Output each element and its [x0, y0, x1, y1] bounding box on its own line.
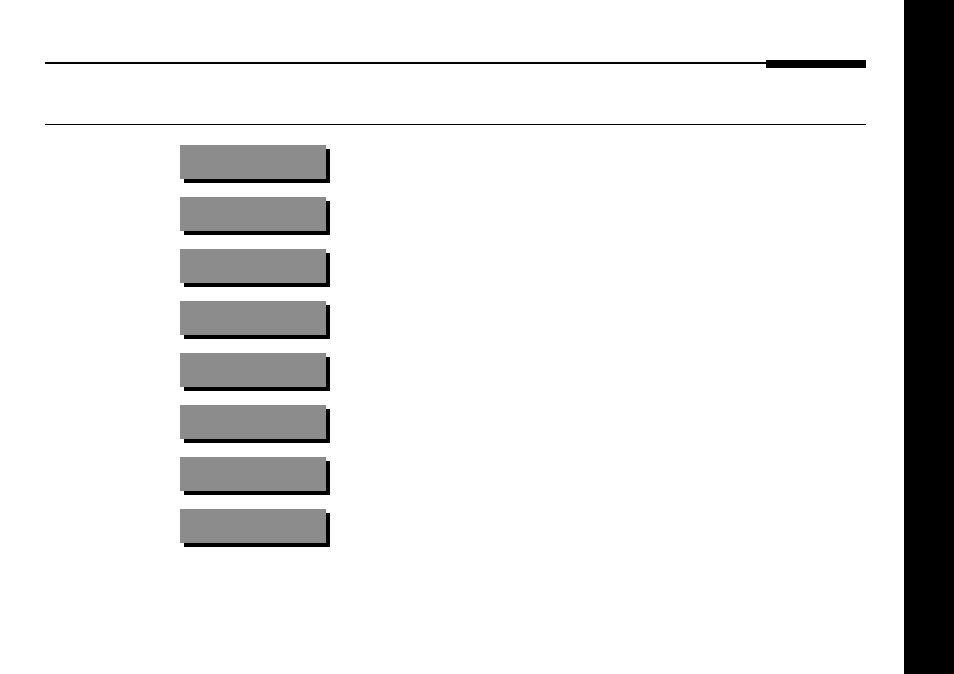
display-code-item: CDt2	[180, 509, 326, 543]
display-code-cde2: CDE2	[180, 249, 326, 283]
content-area: CDCD CDD1 CDE2 CDNC	[45, 0, 866, 674]
display-code-label: CD2A	[360, 392, 432, 415]
display-code-cdns: CDNS	[180, 457, 326, 491]
display-code-cdd1: CDD1	[180, 197, 326, 231]
display-code-label: CDNv	[360, 444, 432, 467]
display-code-label: CDt2	[360, 548, 432, 571]
display-code-label: CDNC	[360, 340, 432, 363]
display-code-cd2a: CD2A	[180, 353, 326, 387]
display-code-label: CDCD	[360, 184, 432, 207]
button-list: CDCD CDD1 CDE2 CDNC	[180, 145, 866, 543]
display-code-label: CDD1	[360, 236, 432, 259]
display-code-item: CD2A	[180, 353, 326, 387]
header-rule-bottom	[45, 124, 866, 125]
page: CDCD CDD1 CDE2 CDNC	[0, 0, 954, 674]
display-code-item: CDCD	[180, 145, 326, 179]
display-code-cdnc: CDNC	[180, 301, 326, 335]
right-margin-strip	[904, 0, 954, 674]
display-code-label: CDNS	[360, 496, 432, 519]
display-code-cdcd: CDCD	[180, 145, 326, 179]
display-code-label: CDE2	[360, 288, 432, 311]
display-code-cdt2: CDt2	[180, 509, 326, 543]
display-code-item: CDE2	[180, 249, 326, 283]
display-code-item: CDD1	[180, 197, 326, 231]
display-code-cdnv: CDNv	[180, 405, 326, 439]
header-rule-top-thick-segment	[766, 60, 866, 68]
display-code-item: CDNS	[180, 457, 326, 491]
display-code-item: CDNC	[180, 301, 326, 335]
display-code-item: CDNv	[180, 405, 326, 439]
header-rule-top	[45, 62, 866, 64]
